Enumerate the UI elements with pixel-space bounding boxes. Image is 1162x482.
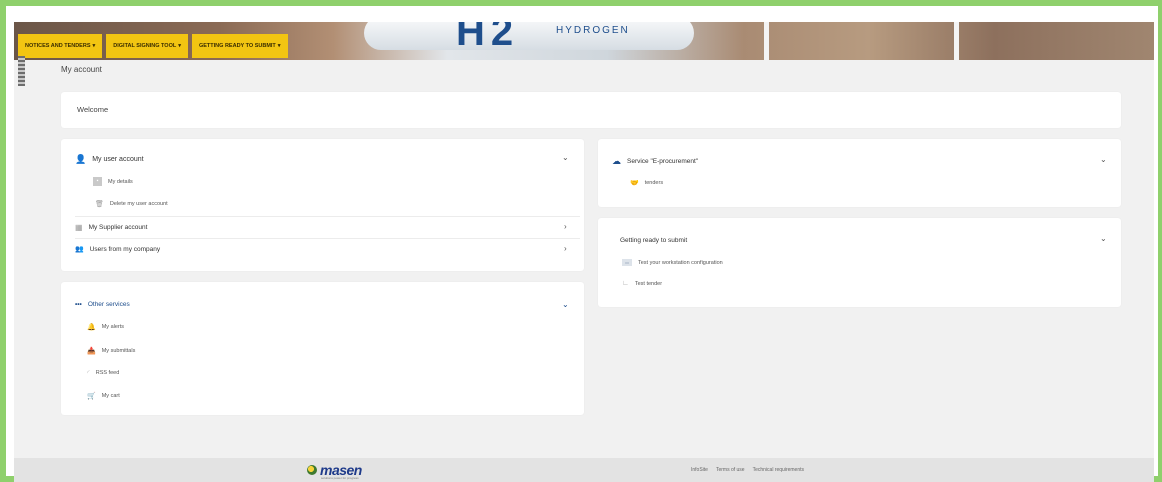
chevron-down-icon: ▾ [178,43,181,49]
id-card-icon: ▪ [93,177,102,186]
eprocurement-header[interactable]: ☁ Service "E-procurement" [612,156,698,167]
rss-icon: ◜ [87,370,90,377]
section-title: Service "E-procurement" [627,158,699,165]
section-title: Other services [87,301,130,308]
wind-turbine-image [954,22,959,60]
app-window: H2 HYDROGEN NOTICES AND TENDERS ▾ DIGITAL… [14,22,1154,482]
link-label: My details [108,178,133,185]
trash-icon: 🗑 [95,201,104,208]
eprocurement-card: ☁ Service "E-procurement" ⌄ 🤝 tenders [598,139,1121,207]
tab-notices-and-tenders[interactable]: NOTICES AND TENDERS ▾ [18,34,103,58]
my-cart-link[interactable]: 🛒 My cart [87,392,120,400]
link-label: RSS feed [95,370,120,376]
tenders-link[interactable]: 🤝 tenders [630,179,663,187]
my-alerts-link[interactable]: 🔔 My alerts [87,323,124,331]
link-label: Users from my company [89,245,161,253]
bell-icon: 🔔 [87,324,96,331]
page-title: My account [61,65,102,74]
footer: masen solutions power for progress InfoS… [14,458,1154,482]
hydrogen-tank-image [364,22,694,50]
link-label: My cart [101,393,120,399]
divider [75,238,580,239]
getting-ready-card: Getting ready to submit ⌄ ▭ Test your wo… [598,218,1121,307]
logo-tagline: solutions power for progress [321,476,359,480]
inbox-icon: 📥 [87,348,96,355]
chart-icon: ∟ [622,280,629,287]
building-icon: ▦ [75,223,83,232]
link-label: tenders [644,180,664,186]
link-label: Test tender [634,280,663,287]
link-label: Test your workstation configuration [638,259,723,266]
my-user-account-header[interactable]: 👤 My user account [75,154,144,165]
handshake-icon: 🤝 [630,180,639,187]
monitor-icon: ▭ [622,259,632,266]
tab-label: DIGITAL SIGNING TOOL [113,43,177,49]
chevron-down-icon[interactable]: ⌄ [562,300,569,309]
user-icon: 👤 [75,154,87,164]
chevron-right-icon[interactable]: › [564,222,567,231]
link-label: My alerts [101,324,125,330]
getting-ready-header[interactable]: Getting ready to submit [620,237,687,244]
chevron-down-icon[interactable]: ⌄ [562,153,569,162]
footer-link-technical[interactable]: Technical requirements [753,467,804,473]
tab-getting-ready-to-submit[interactable]: GETTING READY TO SUBMIT ▾ [191,34,288,58]
section-title: Getting ready to submit [620,237,688,244]
welcome-card: Welcome [61,92,1121,128]
banner-h2-text: H2 [456,22,520,54]
other-services-header[interactable]: ••• Other services [75,301,130,308]
wind-turbine-image [764,22,769,60]
footer-links: InfoSite Terms of use Technical requirem… [691,467,804,473]
link-label: Delete my user account [109,201,168,207]
rss-feed-link[interactable]: ◜ RSS feed [87,369,119,377]
supplier-account-link[interactable]: ▦ My Supplier account [75,223,147,232]
users-icon: 👥 [75,246,84,253]
chevron-down-icon[interactable]: ⌄ [1100,234,1107,243]
users-from-company-link[interactable]: 👥 Users from my company [75,245,161,254]
chevron-down-icon: ▾ [277,43,281,49]
link-label: My Supplier account [88,224,148,231]
footer-link-infosite[interactable]: InfoSite [691,467,708,473]
footer-link-terms[interactable]: Terms of use [716,467,745,473]
main-nav: NOTICES AND TENDERS ▾ DIGITAL SIGNING TOO… [18,34,288,58]
section-title: My user account [92,156,144,163]
user-account-card: 👤 My user account ⌄ ▪ My details 🗑 Delet… [61,139,584,271]
cloud-upload-icon: ☁ [612,156,621,166]
other-services-card: ••• Other services ⌄ 🔔 My alerts 📥 My su… [61,282,584,415]
test-workstation-link[interactable]: ▭ Test your workstation configuration [622,259,723,266]
more-dots-icon: ••• [75,301,82,308]
test-tender-link[interactable]: ∟ Test tender [622,280,662,287]
tab-label: NOTICES AND TENDERS [25,43,91,49]
masen-logo[interactable]: masen solutions power for progress [307,462,362,480]
header-banner: H2 HYDROGEN NOTICES AND TENDERS ▾ DIGITAL… [14,22,1154,60]
chevron-down-icon[interactable]: ⌄ [1100,155,1107,164]
welcome-text: Welcome [77,105,109,114]
banner-hydrogen-text: HYDROGEN [556,25,630,36]
side-panel-handle[interactable] [18,56,25,86]
chevron-right-icon[interactable]: › [564,244,567,253]
link-label: My submittals [101,348,136,354]
my-details-link[interactable]: ▪ My details [93,177,133,186]
chevron-down-icon: ▾ [92,43,96,49]
cart-icon: 🛒 [87,393,96,400]
my-submittals-link[interactable]: 📥 My submittals [87,347,135,355]
tab-label: GETTING READY TO SUBMIT [198,43,276,49]
divider [75,216,580,217]
masen-logo-mark [307,465,317,475]
tab-digital-signing-tool[interactable]: DIGITAL SIGNING TOOL ▾ [106,34,188,58]
delete-account-link[interactable]: 🗑 Delete my user account [95,200,168,208]
